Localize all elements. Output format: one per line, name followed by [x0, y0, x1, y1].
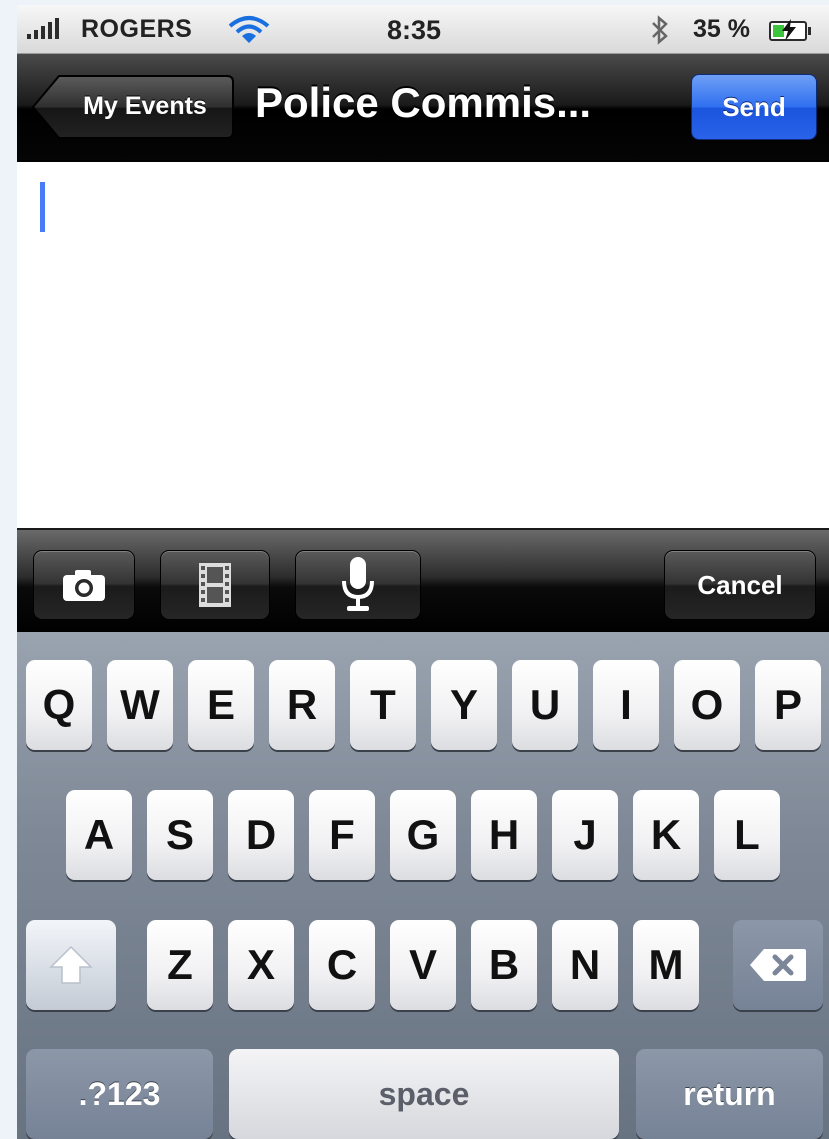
key-e[interactable]: E	[188, 660, 254, 750]
key-w[interactable]: W	[107, 660, 173, 750]
key-h[interactable]: H	[471, 790, 537, 880]
battery-percentage: 35 %	[693, 15, 750, 43]
key-u[interactable]: U	[512, 660, 578, 750]
backspace-key[interactable]	[733, 920, 823, 1010]
status-bar: ROGERS 8:35 35 %	[17, 5, 829, 54]
key-f[interactable]: F	[309, 790, 375, 880]
navigation-bar: My Events Police Commis... Send	[17, 54, 829, 162]
key-k[interactable]: K	[633, 790, 699, 880]
status-time: 8:35	[387, 15, 442, 45]
key-o[interactable]: O	[674, 660, 740, 750]
key-c[interactable]: C	[309, 920, 375, 1010]
back-button-label: My Events	[83, 92, 207, 120]
wifi-icon	[227, 15, 271, 52]
key-d[interactable]: D	[228, 790, 294, 880]
key-g[interactable]: G	[390, 790, 456, 880]
key-v[interactable]: V	[390, 920, 456, 1010]
key-l[interactable]: L	[714, 790, 780, 880]
back-button[interactable]: My Events	[31, 74, 235, 140]
key-q[interactable]: Q	[26, 660, 92, 750]
camera-icon	[63, 570, 105, 601]
key-n[interactable]: N	[552, 920, 618, 1010]
key-b[interactable]: B	[471, 920, 537, 1010]
media-toolbar: Cancel	[17, 528, 829, 634]
battery-charging-icon	[769, 19, 811, 41]
microphone-icon	[342, 557, 374, 611]
camera-button[interactable]	[33, 550, 135, 620]
key-s[interactable]: S	[147, 790, 213, 880]
key-p[interactable]: P	[755, 660, 821, 750]
keyboard: Q W E R T Y U I O P A S D F G H J K L Z …	[17, 632, 829, 1139]
shift-key[interactable]	[26, 920, 116, 1010]
key-i[interactable]: I	[593, 660, 659, 750]
text-cursor	[40, 182, 45, 232]
page-title: Police Commis...	[255, 79, 592, 126]
space-key[interactable]: space	[229, 1049, 619, 1139]
key-r[interactable]: R	[269, 660, 335, 750]
numbers-key[interactable]: .?123	[26, 1049, 213, 1139]
cancel-button[interactable]: Cancel	[664, 550, 816, 620]
phone-screen: ROGERS 8:35 35 % My Events Police Commis…	[17, 5, 829, 1139]
audio-record-button[interactable]	[295, 550, 421, 620]
key-m[interactable]: M	[633, 920, 699, 1010]
carrier-name: ROGERS	[81, 15, 193, 43]
backspace-icon	[750, 949, 806, 981]
cancel-button-label: Cancel	[697, 570, 783, 600]
bluetooth-icon	[649, 14, 671, 53]
key-a[interactable]: A	[66, 790, 132, 880]
key-y[interactable]: Y	[431, 660, 497, 750]
return-key[interactable]: return	[636, 1049, 823, 1139]
shift-arrow-icon	[49, 945, 93, 984]
message-text-area[interactable]	[17, 162, 829, 528]
key-t[interactable]: T	[350, 660, 416, 750]
key-z[interactable]: Z	[147, 920, 213, 1010]
key-j[interactable]: J	[552, 790, 618, 880]
send-button[interactable]: Send	[691, 74, 817, 140]
film-icon	[199, 563, 231, 607]
video-button[interactable]	[160, 550, 270, 620]
key-x[interactable]: X	[228, 920, 294, 1010]
